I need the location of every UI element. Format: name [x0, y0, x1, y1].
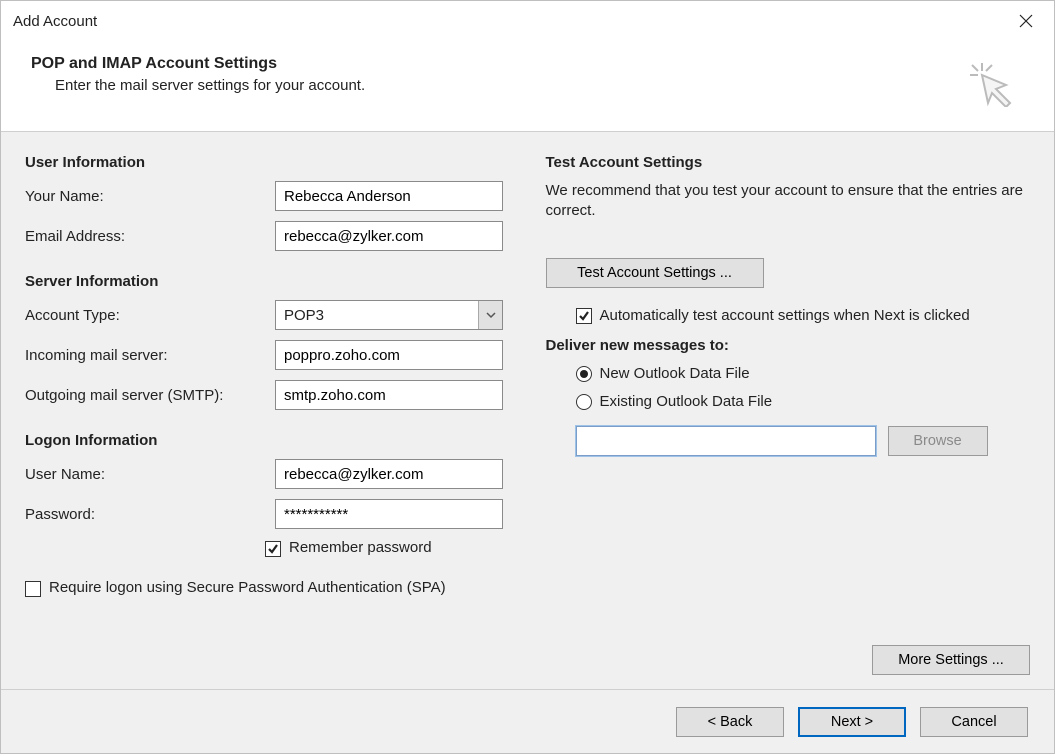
data-file-path-input[interactable] [576, 426, 876, 456]
deliver-heading: Deliver new messages to: [546, 337, 1031, 354]
spa-row: Require logon using Secure Password Auth… [25, 579, 495, 597]
auto-test-row: Automatically test account settings when… [576, 306, 1031, 326]
back-button[interactable]: < Back [676, 707, 784, 737]
your-name-row: Your Name: [25, 181, 510, 211]
more-settings-row: More Settings ... [546, 645, 1031, 675]
account-type-value: POP3 [284, 307, 478, 324]
remember-password-checkbox[interactable] [265, 541, 281, 557]
next-button[interactable]: Next > [798, 707, 906, 737]
titlebar: Add Account [1, 1, 1054, 41]
radio-selected-icon [580, 370, 588, 378]
existing-data-file-radio[interactable] [576, 394, 592, 410]
chevron-down-icon [486, 311, 496, 319]
existing-data-file-label: Existing Outlook Data File [600, 393, 773, 410]
password-label: Password: [25, 506, 275, 523]
radio-new-row: New Outlook Data File [576, 364, 1031, 382]
dialog-footer: < Back Next > Cancel [1, 689, 1054, 753]
email-input[interactable] [275, 221, 503, 251]
test-settings-heading: Test Account Settings [546, 154, 1031, 171]
spa-label: Require logon using Secure Password Auth… [49, 579, 446, 596]
header-subtitle: Enter the mail server settings for your … [55, 77, 962, 94]
add-account-dialog: Add Account POP and IMAP Account Setting… [0, 0, 1055, 754]
username-label: User Name: [25, 466, 275, 483]
left-column: User Information Your Name: Email Addres… [25, 154, 510, 675]
username-input[interactable] [275, 459, 503, 489]
dialog-body: User Information Your Name: Email Addres… [1, 132, 1054, 689]
outgoing-label: Outgoing mail server (SMTP): [25, 387, 275, 404]
test-account-settings-button[interactable]: Test Account Settings ... [546, 258, 764, 288]
username-row: User Name: [25, 459, 510, 489]
outgoing-server-input[interactable] [275, 380, 503, 410]
new-data-file-label: New Outlook Data File [600, 365, 750, 382]
spa-checkbox[interactable] [25, 581, 41, 597]
user-info-heading: User Information [25, 154, 510, 171]
more-settings-button[interactable]: More Settings ... [872, 645, 1030, 675]
header-heading: POP and IMAP Account Settings [31, 55, 962, 73]
window-title: Add Account [13, 13, 1006, 30]
account-type-label: Account Type: [25, 307, 275, 324]
incoming-server-input[interactable] [275, 340, 503, 370]
remember-password-label: Remember password [289, 539, 432, 556]
account-type-row: Account Type: POP3 [25, 300, 510, 330]
your-name-label: Your Name: [25, 188, 275, 205]
outgoing-row: Outgoing mail server (SMTP): [25, 380, 510, 410]
email-label: Email Address: [25, 228, 275, 245]
right-column: Test Account Settings We recommend that … [546, 154, 1031, 675]
account-type-select[interactable]: POP3 [275, 300, 503, 330]
close-icon [1019, 14, 1033, 28]
email-row: Email Address: [25, 221, 510, 251]
browse-button[interactable]: Browse [888, 426, 988, 456]
radio-existing-row: Existing Outlook Data File [576, 392, 1031, 410]
incoming-row: Incoming mail server: [25, 340, 510, 370]
cancel-button[interactable]: Cancel [920, 707, 1028, 737]
checkmark-icon [267, 543, 279, 555]
header-text: POP and IMAP Account Settings Enter the … [31, 55, 962, 94]
server-info-heading: Server Information [25, 273, 510, 290]
logon-info-heading: Logon Information [25, 432, 510, 449]
password-row: Password: [25, 499, 510, 529]
remember-password-row: Remember password [265, 539, 510, 557]
auto-test-label: Automatically test account settings when… [600, 306, 970, 326]
dialog-header: POP and IMAP Account Settings Enter the … [1, 41, 1054, 132]
close-button[interactable] [1006, 5, 1046, 37]
new-data-file-radio[interactable] [576, 366, 592, 382]
browse-row: Browse [576, 426, 1031, 456]
account-type-dropdown-button[interactable] [478, 301, 502, 329]
cursor-click-icon [962, 55, 1018, 111]
test-settings-desc: We recommend that you test your account … [546, 181, 1031, 222]
your-name-input[interactable] [275, 181, 503, 211]
password-input[interactable] [275, 499, 503, 529]
checkmark-icon [578, 310, 590, 322]
incoming-label: Incoming mail server: [25, 347, 275, 364]
auto-test-checkbox[interactable] [576, 308, 592, 324]
